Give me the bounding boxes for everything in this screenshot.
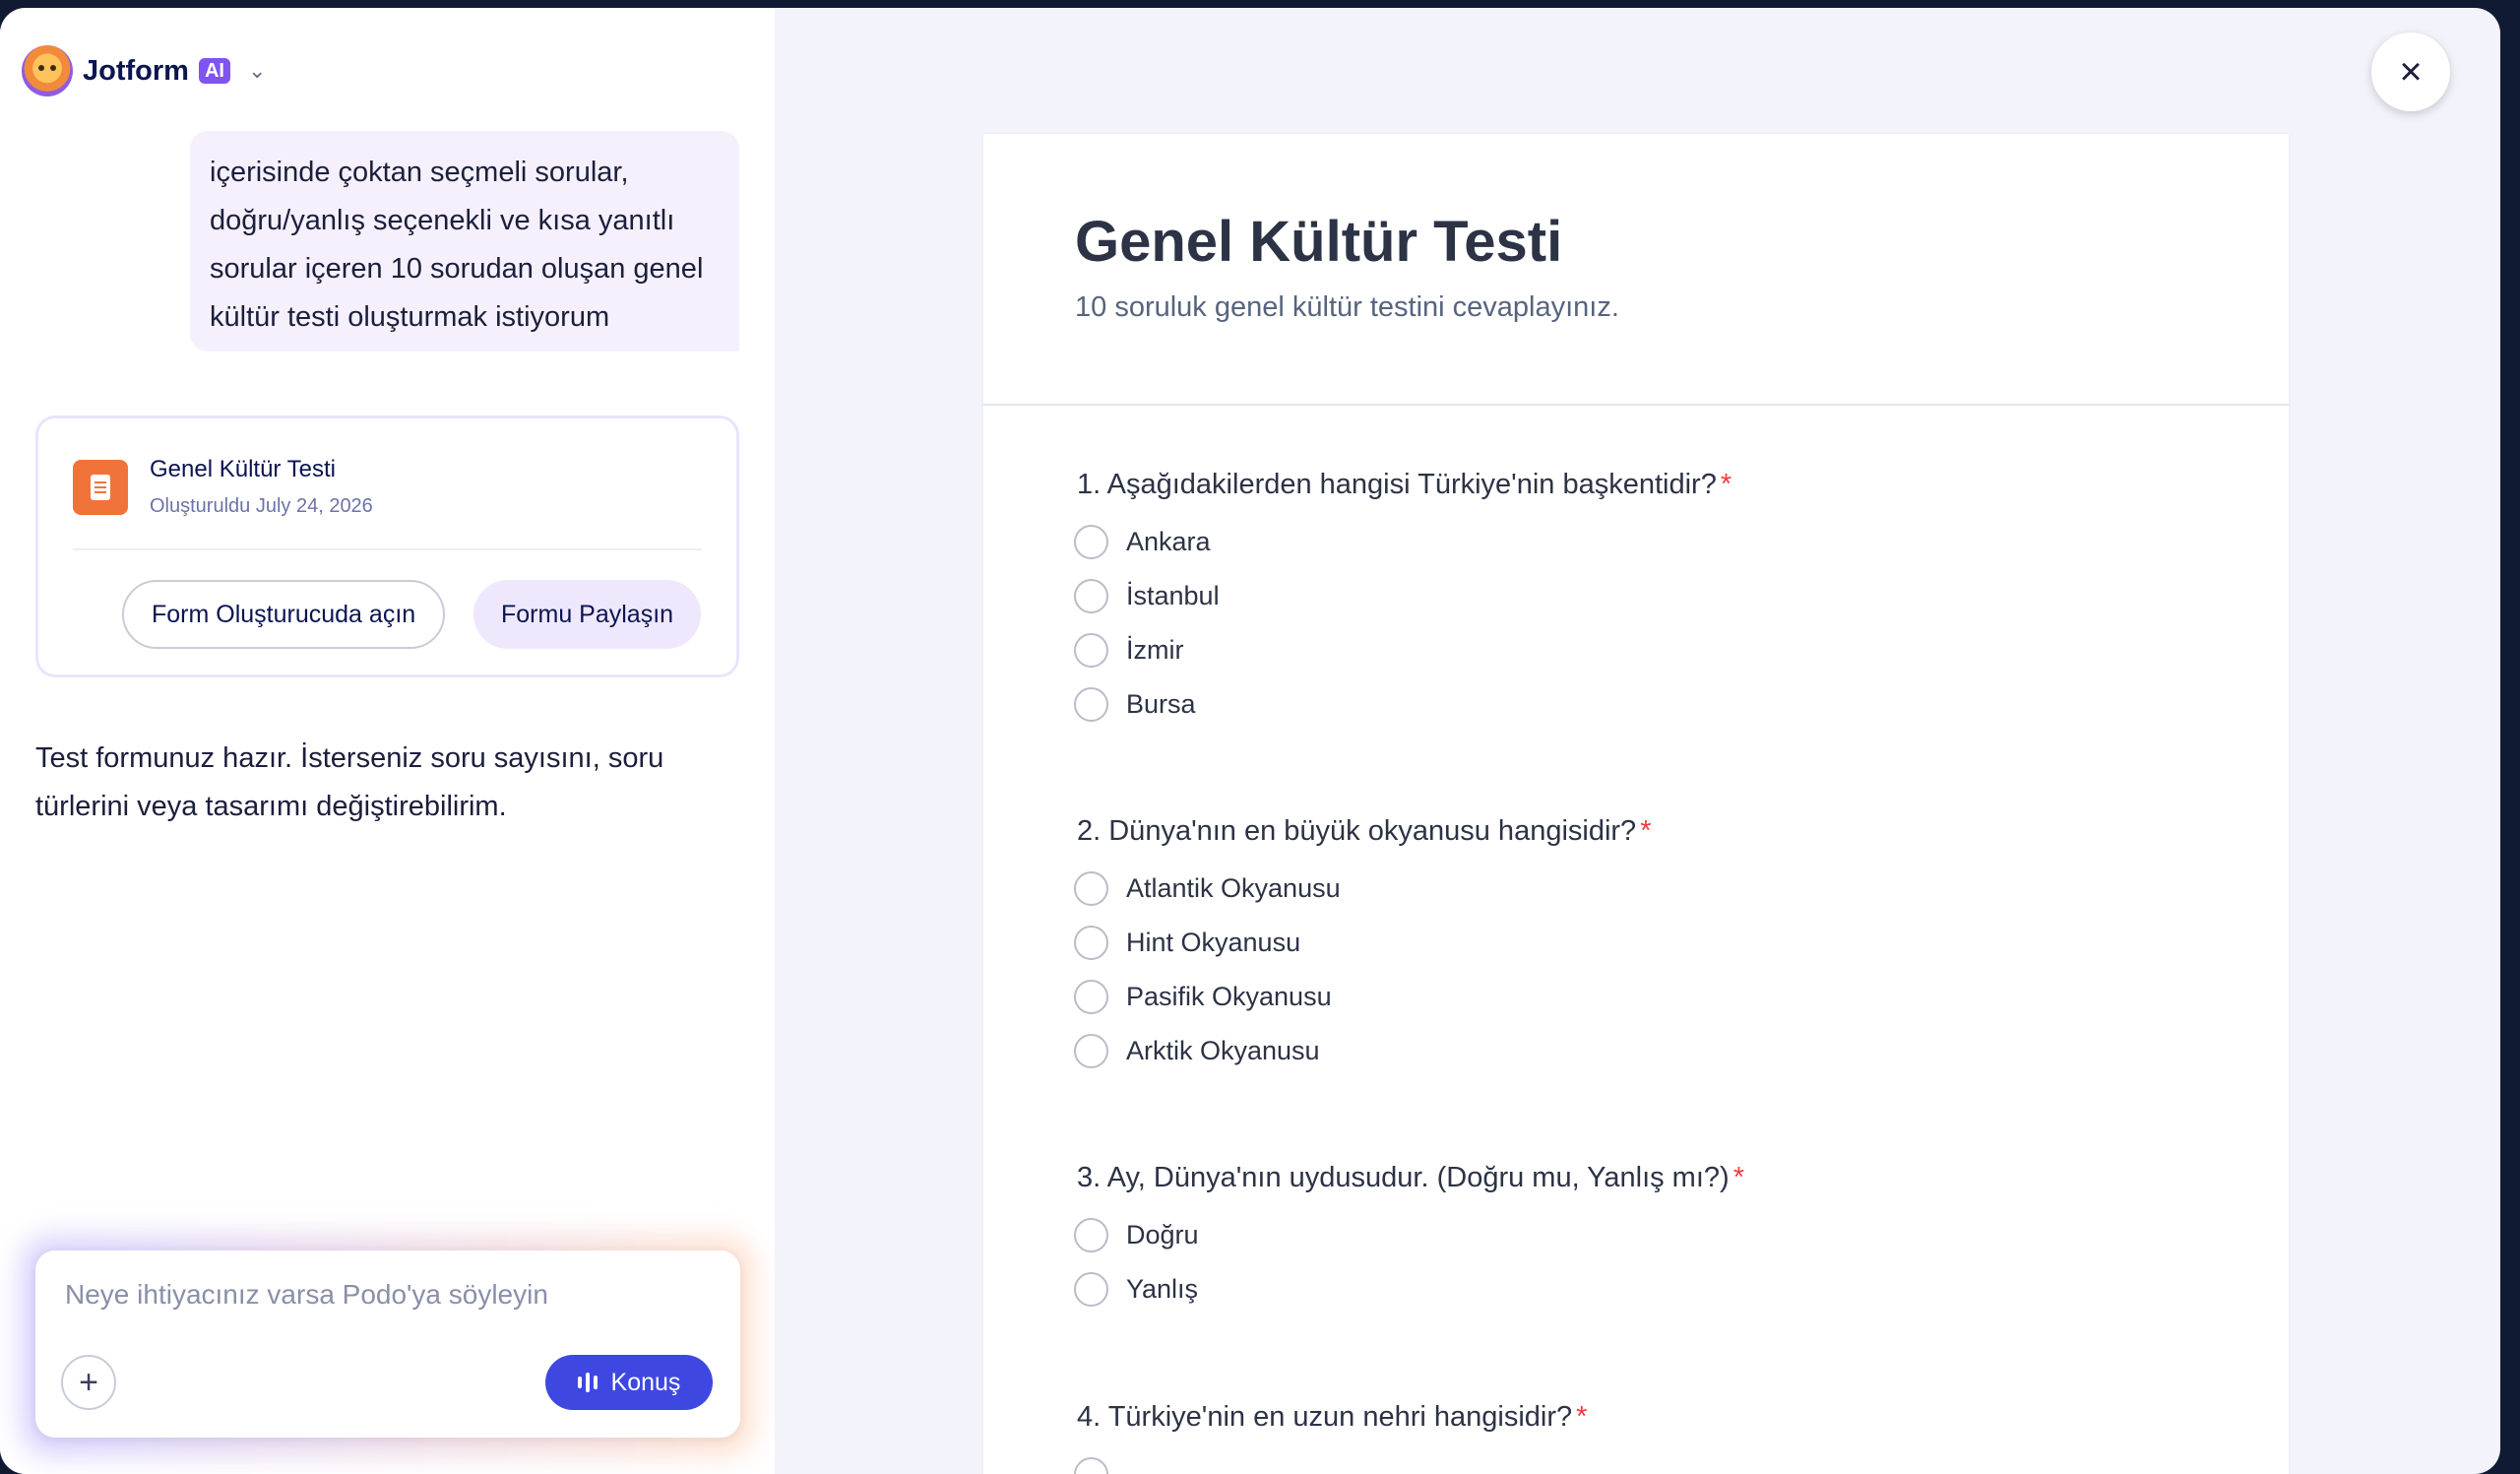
form-subtitle: 10 soruluk genel kültür testini cevaplay… <box>1075 291 1619 323</box>
talk-label: Konuş <box>610 1368 681 1396</box>
radio-button[interactable] <box>1074 980 1108 1014</box>
required-marker: * <box>1576 1401 1588 1433</box>
question-4: 4. Türkiye'nin en uzun nehri hangisidir?… <box>1074 1401 1588 1474</box>
question-3: 3. Ay, Dünya'nın uydusudur. (Doğru mu, Y… <box>1074 1162 1744 1316</box>
radio-button[interactable] <box>1074 579 1108 613</box>
open-in-builder-button[interactable]: Form Oluşturucuda açın <box>122 580 446 649</box>
podo-avatar-icon <box>22 45 73 96</box>
form-document-icon <box>73 460 128 515</box>
radio-button[interactable] <box>1074 525 1108 559</box>
share-form-button[interactable]: Formu Paylaşın <box>473 580 702 649</box>
radio-option[interactable]: İstanbul <box>1074 569 1732 623</box>
radio-button[interactable] <box>1074 1218 1108 1252</box>
divider <box>73 548 702 550</box>
chat-panel: Jotform AI ⌄ içerisinde çoktan seçmeli s… <box>0 8 775 1474</box>
chat-composer: + Konuş <box>35 1250 740 1438</box>
radio-option[interactable] <box>1074 1447 1587 1474</box>
voice-wave-icon <box>577 1373 598 1392</box>
question-label: 4. Türkiye'nin en uzun nehri hangisidir?… <box>1077 1401 1588 1433</box>
radio-option[interactable]: Arktik Okyanusu <box>1074 1024 1652 1078</box>
radio-option[interactable]: Ankara <box>1074 515 1732 569</box>
radio-button[interactable] <box>1074 926 1108 960</box>
required-marker: * <box>1720 469 1732 500</box>
question-label: 1. Aşağıdakilerden hangisi Türkiye'nin b… <box>1077 469 1732 500</box>
radio-button[interactable] <box>1074 1457 1108 1474</box>
form-card-created-date: Oluşturuldu July 24, 2026 <box>150 495 373 517</box>
radio-button[interactable] <box>1074 871 1108 906</box>
form-header: Genel Kültür Testi 10 soruluk genel kült… <box>983 134 2289 406</box>
radio-option[interactable]: Hint Okyanusu <box>1074 916 1652 970</box>
chevron-down-icon[interactable]: ⌄ <box>248 58 266 84</box>
question-label: 2. Dünya'nın en büyük okyanusu hangisidi… <box>1077 815 1652 847</box>
question-2: 2. Dünya'nın en büyük okyanusu hangisidi… <box>1074 815 1652 1078</box>
required-marker: * <box>1640 815 1652 847</box>
form-title: Genel Kültür Testi <box>1075 210 1563 274</box>
radio-option[interactable]: Pasifik Okyanusu <box>1074 970 1652 1024</box>
radio-button[interactable] <box>1074 633 1108 668</box>
radio-button[interactable] <box>1074 1272 1108 1307</box>
close-icon[interactable]: × <box>2371 32 2450 111</box>
brand-menu[interactable]: Jotform AI ⌄ <box>22 45 266 96</box>
form-card-title: Genel Kültür Testi <box>150 456 336 482</box>
plus-icon[interactable]: + <box>61 1355 116 1410</box>
radio-button[interactable] <box>1074 1034 1108 1068</box>
radio-option[interactable]: Atlantik Okyanusu <box>1074 862 1652 916</box>
form-preview: Genel Kültür Testi 10 soruluk genel kült… <box>983 134 2289 1474</box>
radio-option[interactable]: İzmir <box>1074 623 1732 677</box>
form-result-card: Genel Kültür Testi Oluşturuldu July 24, … <box>35 416 739 677</box>
talk-button[interactable]: Konuş <box>545 1355 713 1410</box>
brand-name: Jotform <box>83 54 189 87</box>
ai-form-builder-modal: Jotform AI ⌄ içerisinde çoktan seçmeli s… <box>0 8 2500 1474</box>
question-1: 1. Aşağıdakilerden hangisi Türkiye'nin b… <box>1074 469 1732 732</box>
question-label: 3. Ay, Dünya'nın uydusudur. (Doğru mu, Y… <box>1077 1162 1744 1193</box>
radio-button[interactable] <box>1074 687 1108 722</box>
user-message: içerisinde çoktan seçmeli sorular, doğru… <box>190 131 739 352</box>
radio-option[interactable]: Yanlış <box>1074 1262 1744 1316</box>
chat-input[interactable] <box>63 1278 703 1312</box>
ai-badge: AI <box>198 58 230 84</box>
required-marker: * <box>1732 1162 1744 1193</box>
radio-option[interactable]: Bursa <box>1074 677 1732 732</box>
assistant-message: Test formunuz hazır. İsterseniz soru say… <box>35 742 664 822</box>
radio-option[interactable]: Doğru <box>1074 1208 1744 1262</box>
